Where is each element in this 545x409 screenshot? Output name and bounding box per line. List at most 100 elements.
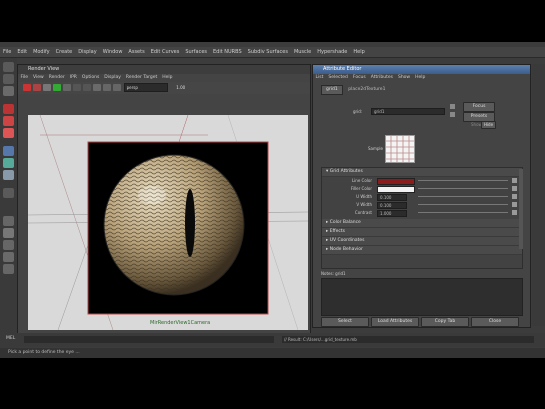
four-pane-layout-icon[interactable]	[3, 228, 14, 238]
copy-tab-button[interactable]: Copy Tab	[421, 317, 469, 327]
show-manip-icon[interactable]	[3, 170, 14, 180]
rv-menu-display[interactable]: Display	[102, 74, 124, 82]
section-effects[interactable]: ▸ Effects	[322, 228, 522, 237]
rv-menu-view[interactable]: View	[31, 74, 47, 82]
close-button[interactable]: Close	[471, 317, 519, 327]
ae-menu-selected[interactable]: Selected	[326, 74, 351, 82]
render-frame-icon[interactable]	[23, 84, 31, 91]
soft-mod-tool-icon[interactable]	[3, 158, 14, 168]
rv-menu-help[interactable]: Help	[160, 74, 175, 82]
tab-grid1[interactable]: grid1	[321, 85, 343, 95]
menu-item-edit-nurbs[interactable]: Edit NURBS	[210, 47, 245, 57]
scene-graphic: MirRenderView1Camera	[28, 115, 308, 330]
attribute-label: Line Color	[351, 178, 372, 183]
menu-item-hypershade[interactable]: Hypershade	[314, 47, 350, 57]
focus-input-icon[interactable]	[450, 104, 455, 109]
menu-item-assets[interactable]: Assets	[125, 47, 147, 57]
rotate-tool-icon[interactable]	[3, 116, 14, 126]
map-button-icon[interactable]	[512, 186, 517, 191]
attribute-slider[interactable]	[418, 204, 508, 205]
graph-layout-icon[interactable]	[3, 264, 14, 274]
ae-menu-focus[interactable]: Focus	[350, 74, 368, 82]
rv-menu-render[interactable]: Render	[46, 74, 67, 82]
last-tool-icon[interactable]	[3, 188, 14, 198]
menu-item-create[interactable]: Create	[53, 47, 76, 57]
attribute-slider[interactable]	[418, 188, 508, 189]
ae-menu-list[interactable]: List	[313, 74, 326, 82]
command-input[interactable]	[24, 336, 274, 343]
attribute-row: U Width 0.100	[322, 193, 522, 201]
menu-item-edit[interactable]: Edit	[14, 47, 30, 57]
ae-menu-show[interactable]: Show	[395, 74, 412, 82]
sample-swatch[interactable]	[385, 135, 415, 163]
select-button[interactable]: Select	[321, 317, 369, 327]
two-pane-layout-icon[interactable]	[3, 240, 14, 250]
focus-button[interactable]: Focus	[463, 102, 495, 112]
menu-item-surfaces[interactable]: Surfaces	[182, 47, 210, 57]
move-tool-icon[interactable]	[3, 104, 14, 114]
filler-color-swatch[interactable]	[377, 186, 415, 193]
menu-item-muscle[interactable]: Muscle	[291, 47, 314, 57]
select-tool-icon[interactable]	[3, 62, 14, 72]
attribute-label: U Width	[356, 194, 372, 199]
attribute-scrollbar[interactable]	[519, 169, 523, 249]
menu-item-edit-curves[interactable]: Edit Curves	[148, 47, 183, 57]
attribute-value-input[interactable]: 0.100	[377, 194, 407, 201]
attribute-value-input[interactable]: 1.000	[377, 210, 407, 217]
alpha-channel-icon[interactable]	[83, 84, 91, 91]
map-button-icon[interactable]	[512, 202, 517, 207]
camera-select[interactable]: persp	[123, 83, 168, 92]
map-button-icon[interactable]	[512, 178, 517, 183]
attribute-slider[interactable]	[418, 212, 508, 213]
section-uv-coordinates[interactable]: ▸ UV Coordinates	[322, 237, 522, 246]
attribute-editor-title[interactable]: Attribute Editor	[313, 65, 530, 74]
line-color-swatch[interactable]	[377, 178, 415, 185]
rv-menu-options[interactable]: Options	[79, 74, 101, 82]
focus-output-icon[interactable]	[450, 112, 455, 117]
section-node-behavior-label: Node Behavior	[329, 247, 363, 252]
menu-item-display[interactable]: Display	[75, 47, 99, 57]
rv-menu-render-target[interactable]: Render Target	[123, 74, 159, 82]
rgb-channels-icon[interactable]	[73, 84, 81, 91]
paint-tool-icon[interactable]	[3, 86, 14, 96]
ae-menu-attributes[interactable]: Attributes	[368, 74, 395, 82]
menu-item-window[interactable]: Window	[100, 47, 126, 57]
menu-item-help[interactable]: Help	[350, 47, 367, 57]
render-viewport[interactable]: MirRenderView1Camera	[28, 115, 308, 330]
attribute-value-input[interactable]: 0.100	[377, 202, 407, 209]
ipr-render-icon[interactable]	[53, 84, 61, 91]
rv-menu-ipr[interactable]: IPR	[67, 74, 79, 82]
render-view-title[interactable]: Render View	[18, 65, 310, 74]
node-name-input[interactable]: grid1	[371, 108, 445, 115]
manipulator-tool-icon[interactable]	[3, 146, 14, 156]
hide-button[interactable]: Hide	[481, 121, 496, 129]
attribute-slider[interactable]	[418, 180, 508, 181]
help-line: Pick a point to define the eye ...	[0, 348, 545, 358]
refresh-icon[interactable]	[63, 84, 71, 91]
ae-menu-help[interactable]: Help	[413, 74, 428, 82]
one-to-one-icon[interactable]	[93, 84, 101, 91]
attribute-row: Line Color	[322, 177, 522, 185]
remove-image-icon[interactable]	[113, 84, 121, 91]
section-node-behavior[interactable]: ▸ Node Behavior	[322, 246, 522, 255]
snapshot-icon[interactable]	[43, 84, 51, 91]
map-button-icon[interactable]	[512, 210, 517, 215]
rv-menu-file[interactable]: File	[18, 74, 31, 82]
menu-item-file[interactable]: File	[0, 47, 14, 57]
mel-label[interactable]: MEL	[6, 336, 15, 341]
menu-item-subdiv[interactable]: Subdiv Surfaces	[245, 47, 291, 57]
lasso-tool-icon[interactable]	[3, 74, 14, 84]
single-pane-layout-icon[interactable]	[3, 216, 14, 226]
load-attributes-button[interactable]: Load Attributes	[371, 317, 419, 327]
keep-image-icon[interactable]	[103, 84, 111, 91]
tab-place2dtexture[interactable]: place2dTexture1	[344, 86, 389, 94]
grid-attributes-header[interactable]: ▾ Grid Attributes	[322, 168, 522, 177]
menu-item-modify[interactable]: Modify	[30, 47, 53, 57]
attribute-slider[interactable]	[418, 196, 508, 197]
map-button-icon[interactable]	[512, 194, 517, 199]
outliner-layout-icon[interactable]	[3, 252, 14, 262]
scale-tool-icon[interactable]	[3, 128, 14, 138]
section-color-balance[interactable]: ▸ Color Balance	[322, 219, 522, 228]
notes-field[interactable]	[321, 278, 523, 316]
render-region-icon[interactable]	[33, 84, 41, 91]
